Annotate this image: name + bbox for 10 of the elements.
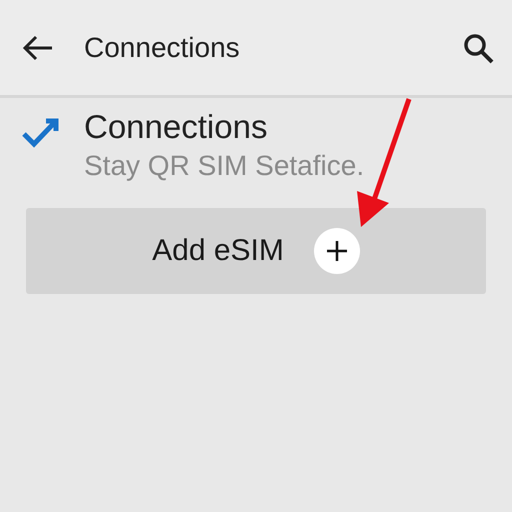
plus-icon — [314, 228, 360, 274]
back-button[interactable] — [22, 34, 54, 60]
check-icon — [20, 116, 60, 150]
add-esim-button[interactable]: Add eSIM — [26, 208, 486, 294]
search-button[interactable] — [462, 32, 494, 64]
back-arrow-icon — [22, 34, 54, 60]
search-icon — [462, 32, 494, 64]
item-title: Connections — [84, 108, 268, 146]
page-title: Connections — [84, 32, 241, 64]
item-subtitle: Stay QR SIM Setafice. — [84, 150, 364, 182]
